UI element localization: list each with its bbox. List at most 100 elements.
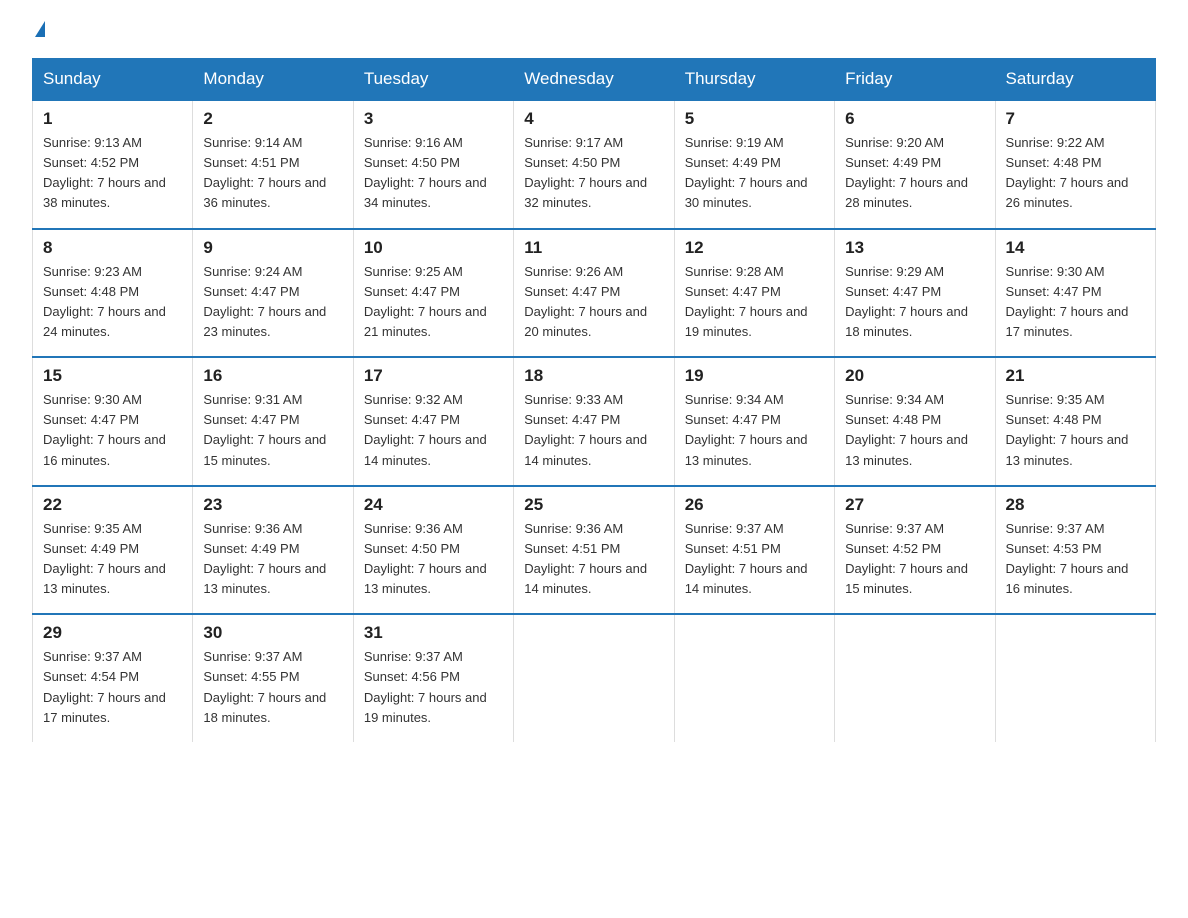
- logo-triangle-icon: [35, 21, 45, 37]
- calendar-cell: 11 Sunrise: 9:26 AMSunset: 4:47 PMDaylig…: [514, 229, 674, 358]
- calendar-cell: 22 Sunrise: 9:35 AMSunset: 4:49 PMDaylig…: [33, 486, 193, 615]
- calendar-week-row: 15 Sunrise: 9:30 AMSunset: 4:47 PMDaylig…: [33, 357, 1156, 486]
- calendar-cell: 24 Sunrise: 9:36 AMSunset: 4:50 PMDaylig…: [353, 486, 513, 615]
- weekday-header-saturday: Saturday: [995, 59, 1155, 101]
- calendar-cell: [835, 614, 995, 742]
- day-info: Sunrise: 9:22 AMSunset: 4:48 PMDaylight:…: [1006, 135, 1129, 210]
- day-info: Sunrise: 9:17 AMSunset: 4:50 PMDaylight:…: [524, 135, 647, 210]
- calendar-cell: 12 Sunrise: 9:28 AMSunset: 4:47 PMDaylig…: [674, 229, 834, 358]
- day-info: Sunrise: 9:34 AMSunset: 4:47 PMDaylight:…: [685, 392, 808, 467]
- weekday-header-thursday: Thursday: [674, 59, 834, 101]
- day-number: 4: [524, 109, 663, 129]
- day-info: Sunrise: 9:36 AMSunset: 4:51 PMDaylight:…: [524, 521, 647, 596]
- calendar-cell: [995, 614, 1155, 742]
- day-number: 2: [203, 109, 342, 129]
- calendar-cell: 2 Sunrise: 9:14 AMSunset: 4:51 PMDayligh…: [193, 100, 353, 229]
- day-info: Sunrise: 9:26 AMSunset: 4:47 PMDaylight:…: [524, 264, 647, 339]
- calendar-cell: 19 Sunrise: 9:34 AMSunset: 4:47 PMDaylig…: [674, 357, 834, 486]
- day-number: 13: [845, 238, 984, 258]
- calendar-cell: 21 Sunrise: 9:35 AMSunset: 4:48 PMDaylig…: [995, 357, 1155, 486]
- day-number: 24: [364, 495, 503, 515]
- day-number: 19: [685, 366, 824, 386]
- calendar-cell: 4 Sunrise: 9:17 AMSunset: 4:50 PMDayligh…: [514, 100, 674, 229]
- day-info: Sunrise: 9:14 AMSunset: 4:51 PMDaylight:…: [203, 135, 326, 210]
- weekday-header-row: SundayMondayTuesdayWednesdayThursdayFrid…: [33, 59, 1156, 101]
- day-number: 6: [845, 109, 984, 129]
- day-number: 26: [685, 495, 824, 515]
- calendar-week-row: 22 Sunrise: 9:35 AMSunset: 4:49 PMDaylig…: [33, 486, 1156, 615]
- day-number: 12: [685, 238, 824, 258]
- day-number: 23: [203, 495, 342, 515]
- calendar-cell: 9 Sunrise: 9:24 AMSunset: 4:47 PMDayligh…: [193, 229, 353, 358]
- day-number: 17: [364, 366, 503, 386]
- page-header: [32, 24, 1156, 40]
- calendar-cell: 31 Sunrise: 9:37 AMSunset: 4:56 PMDaylig…: [353, 614, 513, 742]
- day-number: 7: [1006, 109, 1145, 129]
- day-info: Sunrise: 9:23 AMSunset: 4:48 PMDaylight:…: [43, 264, 166, 339]
- day-number: 1: [43, 109, 182, 129]
- day-number: 21: [1006, 366, 1145, 386]
- weekday-header-friday: Friday: [835, 59, 995, 101]
- calendar-cell: 15 Sunrise: 9:30 AMSunset: 4:47 PMDaylig…: [33, 357, 193, 486]
- day-info: Sunrise: 9:29 AMSunset: 4:47 PMDaylight:…: [845, 264, 968, 339]
- day-info: Sunrise: 9:37 AMSunset: 4:51 PMDaylight:…: [685, 521, 808, 596]
- calendar-cell: 3 Sunrise: 9:16 AMSunset: 4:50 PMDayligh…: [353, 100, 513, 229]
- day-number: 3: [364, 109, 503, 129]
- calendar-cell: 18 Sunrise: 9:33 AMSunset: 4:47 PMDaylig…: [514, 357, 674, 486]
- day-info: Sunrise: 9:24 AMSunset: 4:47 PMDaylight:…: [203, 264, 326, 339]
- day-number: 31: [364, 623, 503, 643]
- day-info: Sunrise: 9:34 AMSunset: 4:48 PMDaylight:…: [845, 392, 968, 467]
- weekday-header-monday: Monday: [193, 59, 353, 101]
- day-info: Sunrise: 9:30 AMSunset: 4:47 PMDaylight:…: [43, 392, 166, 467]
- day-info: Sunrise: 9:13 AMSunset: 4:52 PMDaylight:…: [43, 135, 166, 210]
- calendar-week-row: 8 Sunrise: 9:23 AMSunset: 4:48 PMDayligh…: [33, 229, 1156, 358]
- calendar-cell: 1 Sunrise: 9:13 AMSunset: 4:52 PMDayligh…: [33, 100, 193, 229]
- weekday-header-sunday: Sunday: [33, 59, 193, 101]
- calendar-cell: 17 Sunrise: 9:32 AMSunset: 4:47 PMDaylig…: [353, 357, 513, 486]
- day-info: Sunrise: 9:20 AMSunset: 4:49 PMDaylight:…: [845, 135, 968, 210]
- calendar-week-row: 1 Sunrise: 9:13 AMSunset: 4:52 PMDayligh…: [33, 100, 1156, 229]
- day-number: 25: [524, 495, 663, 515]
- day-info: Sunrise: 9:28 AMSunset: 4:47 PMDaylight:…: [685, 264, 808, 339]
- day-info: Sunrise: 9:19 AMSunset: 4:49 PMDaylight:…: [685, 135, 808, 210]
- day-number: 11: [524, 238, 663, 258]
- day-number: 28: [1006, 495, 1145, 515]
- calendar-cell: 6 Sunrise: 9:20 AMSunset: 4:49 PMDayligh…: [835, 100, 995, 229]
- day-info: Sunrise: 9:37 AMSunset: 4:52 PMDaylight:…: [845, 521, 968, 596]
- calendar-cell: 26 Sunrise: 9:37 AMSunset: 4:51 PMDaylig…: [674, 486, 834, 615]
- calendar-cell: 25 Sunrise: 9:36 AMSunset: 4:51 PMDaylig…: [514, 486, 674, 615]
- calendar-week-row: 29 Sunrise: 9:37 AMSunset: 4:54 PMDaylig…: [33, 614, 1156, 742]
- day-info: Sunrise: 9:37 AMSunset: 4:53 PMDaylight:…: [1006, 521, 1129, 596]
- day-number: 30: [203, 623, 342, 643]
- day-number: 5: [685, 109, 824, 129]
- day-number: 18: [524, 366, 663, 386]
- day-number: 27: [845, 495, 984, 515]
- day-info: Sunrise: 9:36 AMSunset: 4:49 PMDaylight:…: [203, 521, 326, 596]
- day-number: 10: [364, 238, 503, 258]
- day-info: Sunrise: 9:35 AMSunset: 4:48 PMDaylight:…: [1006, 392, 1129, 467]
- calendar-cell: 14 Sunrise: 9:30 AMSunset: 4:47 PMDaylig…: [995, 229, 1155, 358]
- day-number: 14: [1006, 238, 1145, 258]
- day-info: Sunrise: 9:32 AMSunset: 4:47 PMDaylight:…: [364, 392, 487, 467]
- day-info: Sunrise: 9:31 AMSunset: 4:47 PMDaylight:…: [203, 392, 326, 467]
- calendar-cell: 5 Sunrise: 9:19 AMSunset: 4:49 PMDayligh…: [674, 100, 834, 229]
- day-info: Sunrise: 9:30 AMSunset: 4:47 PMDaylight:…: [1006, 264, 1129, 339]
- day-info: Sunrise: 9:33 AMSunset: 4:47 PMDaylight:…: [524, 392, 647, 467]
- day-info: Sunrise: 9:16 AMSunset: 4:50 PMDaylight:…: [364, 135, 487, 210]
- day-number: 29: [43, 623, 182, 643]
- calendar-cell: [514, 614, 674, 742]
- calendar-cell: 28 Sunrise: 9:37 AMSunset: 4:53 PMDaylig…: [995, 486, 1155, 615]
- day-info: Sunrise: 9:36 AMSunset: 4:50 PMDaylight:…: [364, 521, 487, 596]
- day-info: Sunrise: 9:35 AMSunset: 4:49 PMDaylight:…: [43, 521, 166, 596]
- calendar-cell: 23 Sunrise: 9:36 AMSunset: 4:49 PMDaylig…: [193, 486, 353, 615]
- day-number: 8: [43, 238, 182, 258]
- calendar-table: SundayMondayTuesdayWednesdayThursdayFrid…: [32, 58, 1156, 742]
- day-info: Sunrise: 9:37 AMSunset: 4:55 PMDaylight:…: [203, 649, 326, 724]
- day-number: 16: [203, 366, 342, 386]
- calendar-cell: 16 Sunrise: 9:31 AMSunset: 4:47 PMDaylig…: [193, 357, 353, 486]
- day-info: Sunrise: 9:37 AMSunset: 4:56 PMDaylight:…: [364, 649, 487, 724]
- day-number: 9: [203, 238, 342, 258]
- day-number: 22: [43, 495, 182, 515]
- logo: [32, 24, 45, 40]
- day-number: 15: [43, 366, 182, 386]
